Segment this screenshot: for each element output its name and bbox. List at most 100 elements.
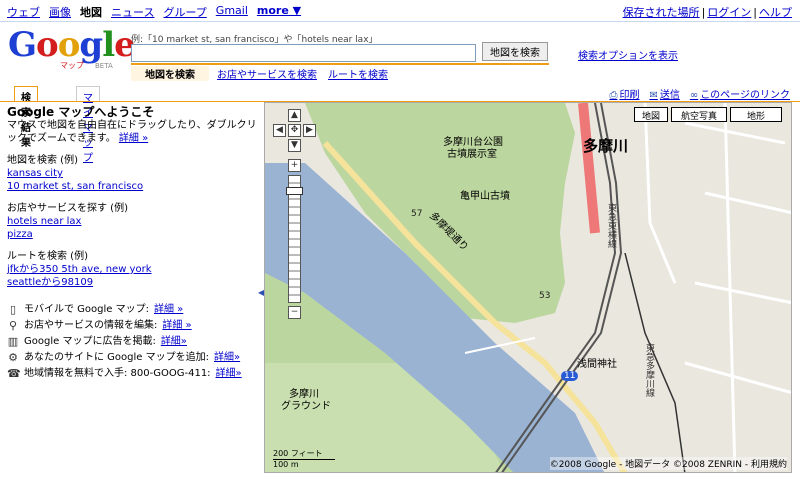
- scale-meters: 100 m: [273, 460, 299, 469]
- send-label: 送信: [659, 90, 680, 101]
- example-link[interactable]: kansas city: [7, 167, 259, 180]
- label-tamagawa-line: 東急多摩川線: [644, 343, 654, 397]
- map-graphics: [265, 103, 791, 472]
- example-link[interactable]: hotels near lax: [7, 215, 259, 228]
- promo-text: あなたのサイトに Google マップを追加:: [24, 352, 209, 363]
- route-shield: 11: [561, 371, 579, 381]
- street: [684, 121, 786, 145]
- promo-text: モバイルで Google マップ:: [24, 304, 149, 315]
- example-link[interactable]: pizza: [7, 228, 259, 241]
- search-input[interactable]: [131, 44, 476, 62]
- search-mode-tabs: 地図を検索 お店やサービスを検索 ルートを検索: [131, 63, 549, 81]
- tab-business-search[interactable]: お店やサービスを検索: [217, 66, 317, 81]
- label-kofun: 亀甲山古墳: [460, 191, 510, 202]
- street: [704, 191, 791, 215]
- promo-item: ▥ Google マップに広告を掲載: 詳細»: [7, 335, 259, 348]
- label-lot: 57: [411, 209, 423, 219]
- nav-news[interactable]: ニュース: [111, 4, 154, 20]
- ad-icon: ▥: [7, 335, 19, 348]
- page-link-label: このページのリンク: [700, 90, 790, 101]
- tab-route-search[interactable]: ルートを検索: [328, 66, 388, 81]
- route-examples: ルートを検索 (例) jfkから350 5th ave, new york se…: [7, 250, 259, 289]
- example-link[interactable]: seattleから98109: [7, 276, 259, 289]
- promo-details-link[interactable]: 詳細»: [214, 351, 240, 364]
- scale-feet: 200 フィート: [273, 448, 335, 460]
- promo-text: 地域情報を無料で入手: 800-GOOG-411:: [24, 368, 211, 379]
- page-link[interactable]: ∞ このページのリンク: [690, 86, 790, 101]
- gear-icon: ⚙: [8, 351, 18, 364]
- help-link[interactable]: ヘルプ: [759, 6, 792, 19]
- example-link[interactable]: 10 market st, san francisco: [7, 180, 259, 193]
- chain-link-icon: ∞: [689, 90, 699, 101]
- pan-down-icon[interactable]: ▼: [288, 139, 301, 152]
- promo-item: ⚙ あなたのサイトに Google マップを追加: 詳細»: [7, 351, 259, 364]
- mail-icon: ✉: [649, 90, 658, 101]
- map-canvas[interactable]: 地図 航空写真 地形 ▲ ◀ ✥ ▶ ▼ + − 多摩川 多摩川台公園 古墳展示…: [264, 102, 792, 473]
- copyright-text: ©2008 Google - 地図データ ©2008 ZENRIN - 利用規約: [549, 457, 787, 470]
- nav-groups[interactable]: グループ: [163, 4, 206, 20]
- promo-item: ⚲ お店やサービスの情報を編集: 詳細 »: [7, 319, 259, 332]
- tab-map-search[interactable]: 地図を検索: [131, 66, 209, 81]
- promo-details-link[interactable]: 詳細 »: [154, 303, 183, 316]
- phone-icon: ☎: [7, 367, 21, 380]
- pan-left-icon[interactable]: ◀: [273, 124, 286, 137]
- saved-places-link[interactable]: 保存された場所: [623, 6, 700, 19]
- nav-maps: 地図: [80, 6, 102, 19]
- print-link[interactable]: ⎙ 印刷: [609, 86, 639, 101]
- map-type-map-button[interactable]: 地図: [634, 107, 668, 122]
- pan-center-icon[interactable]: ✥: [288, 124, 301, 137]
- print-icon: ⎙: [609, 90, 618, 101]
- example-link[interactable]: jfkから350 5th ave, new york: [7, 263, 259, 276]
- zoom-out-icon[interactable]: −: [288, 306, 301, 319]
- map-toolbar: ⎙ 印刷 ✉ 送信 ∞ このページのリンク: [609, 86, 790, 101]
- promo-item: ▯ モバイルで Google マップ: 詳細 »: [7, 303, 259, 316]
- map-search-examples: 地図を検索 (例) kansas city 10 market st, san …: [7, 154, 259, 193]
- route-label: ルートを検索 (例): [7, 251, 88, 262]
- login-link[interactable]: ログイン: [707, 6, 751, 19]
- station-platform: [578, 103, 600, 234]
- intro-details-link[interactable]: 詳細 »: [119, 133, 148, 144]
- tab-my-maps[interactable]: マイマップ: [76, 86, 100, 164]
- business-examples: お店やサービスを探す (例) hotels near lax pizza: [7, 202, 259, 241]
- map-type-terrain-button[interactable]: 地形: [730, 107, 782, 122]
- zoom-slider-handle[interactable]: [286, 187, 303, 195]
- promo-text: お店やサービスの情報を編集:: [24, 320, 158, 331]
- top-navigation-bar: ウェブ 画像 地図 ニュース グループ Gmail more ▼ 保存された場所…: [0, 0, 800, 22]
- street: [643, 103, 677, 284]
- map-search-label: 地図を検索 (例): [7, 155, 78, 166]
- send-link[interactable]: ✉ 送信: [649, 86, 679, 101]
- promo-details-link[interactable]: 詳細»: [161, 335, 187, 348]
- label-lot: 53: [539, 291, 551, 301]
- promo-item: ☎ 地域情報を無料で入手: 800-GOOG-411: 詳細»: [7, 367, 259, 380]
- nav-images[interactable]: 画像: [49, 4, 71, 20]
- label-park-exhibit: 古墳展示室: [447, 149, 497, 160]
- label-shrine: 浅間神社: [577, 359, 617, 370]
- street: [684, 361, 791, 395]
- business-label: お店やサービスを探す (例): [7, 203, 128, 214]
- pan-right-icon[interactable]: ▶: [303, 124, 316, 137]
- pan-up-icon[interactable]: ▲: [288, 109, 301, 122]
- print-label: 印刷: [619, 90, 640, 101]
- zoom-in-icon[interactable]: +: [288, 159, 301, 172]
- separator: |: [701, 6, 706, 19]
- promo-text: Google マップに広告を掲載:: [24, 336, 156, 347]
- nav-web[interactable]: ウェブ: [7, 4, 40, 20]
- search-maps-button[interactable]: 地図を検索: [482, 42, 548, 61]
- scale-bar: 200 フィート 100 m: [273, 448, 335, 469]
- welcome-intro: マウスで地図を自由自在にドラッグしたり、ダブルクリックでズームできます。 詳細 …: [7, 119, 259, 145]
- pin-icon: ⚲: [8, 319, 18, 332]
- tab-search-results[interactable]: 検索結果: [14, 86, 38, 149]
- nav-gmail[interactable]: Gmail: [216, 4, 248, 20]
- mobile-icon: ▯: [9, 303, 17, 316]
- promo-list: ▯ モバイルで Google マップ: 詳細 » ⚲ お店やサービスの情報を編集: 詳細…: [7, 303, 259, 380]
- promo-details-link[interactable]: 詳細»: [216, 367, 242, 380]
- map-type-satellite-button[interactable]: 航空写真: [671, 107, 727, 122]
- search-options-link[interactable]: 検索オプションを表示: [578, 47, 678, 62]
- street: [694, 281, 791, 305]
- logo-beta: BETA: [95, 62, 113, 70]
- logo-subtitle: マップ: [60, 61, 84, 70]
- google-logo[interactable]: Google: [8, 28, 136, 62]
- product-nav: ウェブ 画像 地図 ニュース グループ Gmail more ▼: [7, 4, 301, 20]
- nav-more[interactable]: more ▼: [257, 4, 301, 20]
- promo-details-link[interactable]: 詳細 »: [162, 319, 191, 332]
